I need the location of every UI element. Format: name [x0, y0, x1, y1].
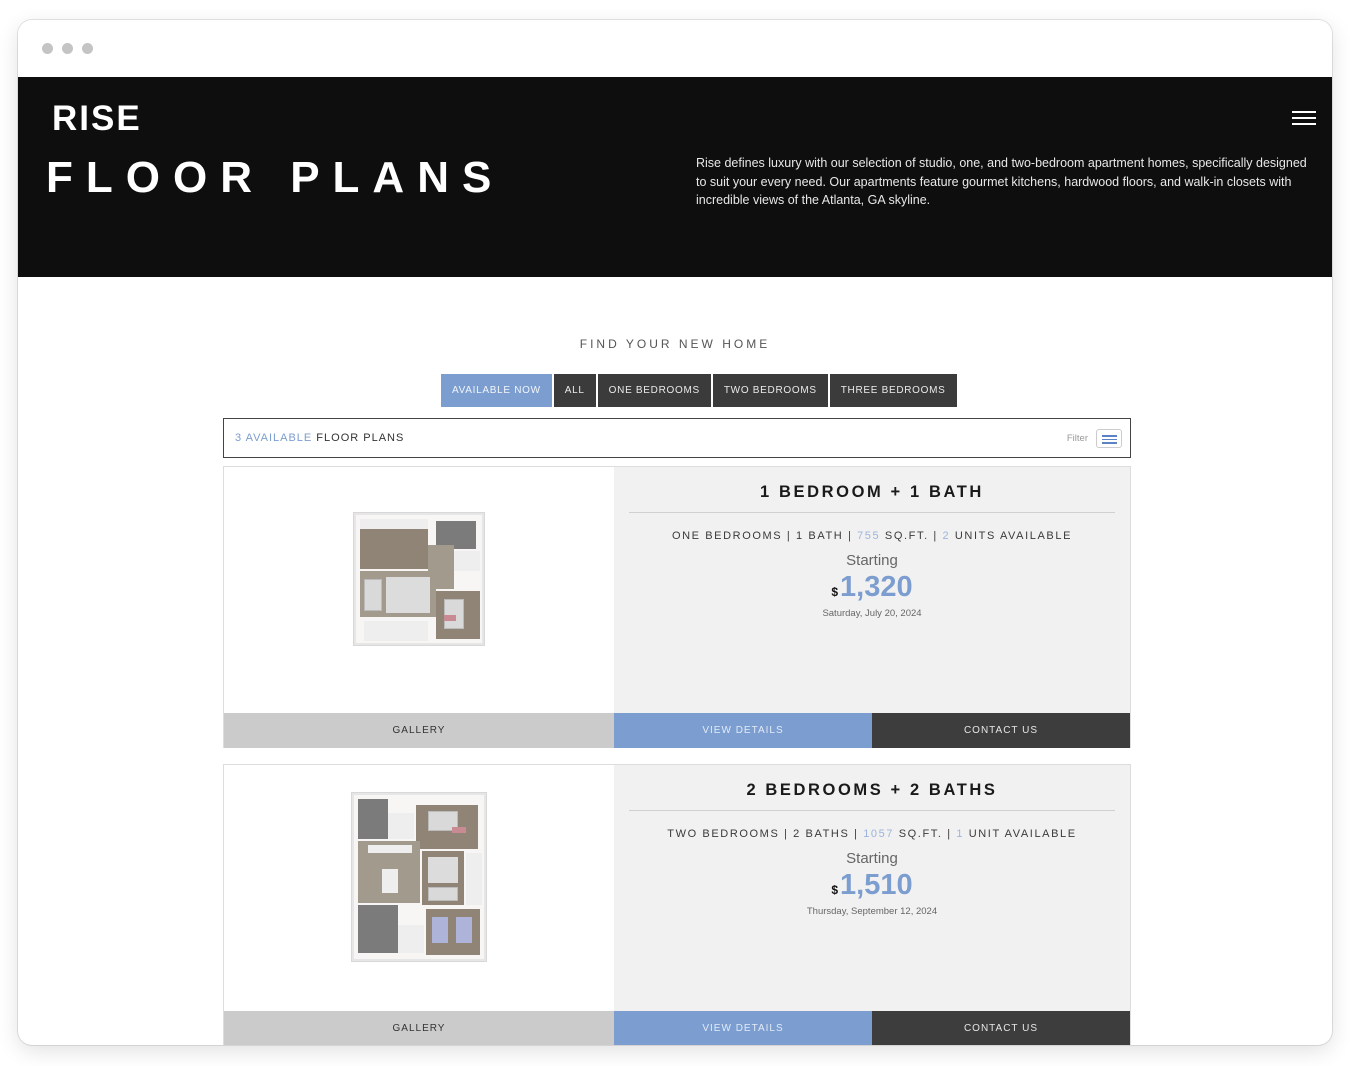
gallery-button[interactable]: GALLERY [224, 713, 614, 748]
filter-button[interactable] [1096, 429, 1122, 448]
bedroom-type: TWO BEDROOMS [667, 828, 780, 840]
starting-label: Starting [846, 552, 898, 569]
tab-one-bedrooms[interactable]: ONE BEDROOMS [597, 374, 711, 407]
twin-bed [432, 917, 448, 943]
closet [454, 551, 480, 571]
kitchen-counter [368, 845, 412, 853]
bedroom-type: ONE BEDROOMS [671, 530, 783, 542]
list-icon [1102, 442, 1117, 444]
gallery-button[interactable]: GALLERY [224, 1011, 614, 1045]
contact-us-button[interactable]: CONTACT US [872, 1011, 1130, 1045]
bath-count: 2 BATHS [793, 828, 850, 840]
window-close-icon[interactable] [42, 43, 53, 54]
square-feet: 1057 [863, 828, 895, 840]
floorplan-image[interactable] [224, 765, 614, 1011]
card-actions: GALLERY VIEW DETAILS CONTACT US [224, 1011, 1130, 1045]
sofa [428, 887, 458, 901]
bed [444, 599, 464, 629]
results-count-suffix: FLOOR PLANS [312, 432, 405, 444]
view-details-button[interactable]: VIEW DETAILS [614, 1011, 872, 1045]
price: $1,510 [831, 869, 912, 902]
closet [388, 813, 414, 839]
closet-2 [398, 925, 424, 953]
hamburger-icon [1292, 117, 1316, 119]
section-heading: FIND YOUR NEW HOME [579, 337, 771, 351]
tab-two-bedrooms[interactable]: TWO BEDROOMS [712, 374, 828, 407]
square-feet: 755 [857, 530, 881, 542]
window-maximize-icon[interactable] [82, 43, 93, 54]
divider [629, 512, 1115, 513]
list-icon [1102, 438, 1117, 440]
hamburger-menu-button[interactable] [1292, 109, 1316, 127]
balcony [364, 621, 428, 641]
tab-all[interactable]: ALL [553, 374, 596, 407]
window-titlebar [18, 20, 1332, 77]
results-bar: 3 AVAILABLE FLOOR PLANS Filter [223, 418, 1131, 458]
availability-date: Thursday, September 12, 2024 [806, 906, 938, 917]
dining-table [382, 869, 398, 893]
availability-date: Saturday, July 20, 2024 [822, 608, 922, 619]
kitchen-counter [360, 519, 428, 529]
floorplan-image[interactable] [224, 467, 614, 713]
filter-tabs: AVAILABLE NOW ALL ONE BEDROOMS TWO BEDRO… [441, 374, 957, 407]
filter-label: Filter [1066, 433, 1088, 444]
floorplan-specs: TWO BEDROOMS | 2 BATHS | 1057 SQ.FT. | 1… [667, 828, 1077, 840]
twin-bed [456, 917, 472, 943]
units-count: 1 [956, 828, 965, 840]
units-label: UNIT AVAILABLE [968, 828, 1077, 840]
brand-logo[interactable]: RISE [52, 99, 142, 139]
card-actions: GALLERY VIEW DETAILS CONTACT US [224, 713, 1130, 748]
window-minimize-icon[interactable] [62, 43, 73, 54]
view-details-button[interactable]: VIEW DETAILS [614, 713, 872, 748]
tab-available-now[interactable]: AVAILABLE NOW [441, 374, 552, 407]
list-icon [1102, 435, 1117, 437]
hamburger-icon [1292, 111, 1316, 113]
floorplan-info: 2 BEDROOMS + 2 BATHS TWO BEDROOMS | 2 BA… [614, 765, 1130, 1011]
divider [629, 810, 1115, 811]
floorplan-title: 2 BEDROOMS + 2 BATHS [746, 781, 998, 799]
floorplan-card: 1 BEDROOM + 1 BATH ONE BEDROOMS | 1 BATH… [223, 466, 1131, 748]
sofa [364, 579, 382, 611]
starting-label: Starting [846, 850, 898, 867]
currency-symbol: $ [831, 883, 839, 897]
living-rug [428, 857, 458, 883]
bed-throw [452, 827, 466, 833]
floorplan-drawing [354, 513, 484, 645]
tab-three-bedrooms[interactable]: THREE BEDROOMS [829, 374, 957, 407]
floorplan-title: 1 BEDROOM + 1 BATH [760, 483, 984, 501]
sqft-unit: SQ.FT. [884, 530, 929, 542]
page-title: FLOOR PLANS [46, 153, 505, 202]
sqft-unit: SQ.FT. [898, 828, 943, 840]
hero-banner: RISE FLOOR PLANS Rise defines luxury wit… [18, 77, 1332, 277]
results-count: 3 AVAILABLE FLOOR PLANS [235, 432, 404, 444]
price-amount: 1,510 [840, 869, 913, 901]
living-rug [386, 577, 430, 613]
currency-symbol: $ [831, 585, 839, 599]
hamburger-icon [1292, 123, 1316, 125]
price: $1,320 [831, 571, 912, 604]
price-amount: 1,320 [840, 571, 913, 603]
bath-count: 1 BATH [796, 530, 844, 542]
bed-throw [444, 615, 456, 621]
contact-us-button[interactable]: CONTACT US [872, 713, 1130, 748]
hero-description: Rise defines luxury with our selection o… [696, 156, 1307, 207]
floorplan-info: 1 BEDROOM + 1 BATH ONE BEDROOMS | 1 BATH… [614, 467, 1130, 713]
floorplan-specs: ONE BEDROOMS | 1 BATH | 755 SQ.FT. | 2 U… [671, 530, 1073, 542]
available-count: 3 AVAILABLE [235, 432, 313, 444]
bathroom-2 [358, 905, 398, 953]
browser-window: RISE FLOOR PLANS Rise defines luxury wit… [18, 20, 1332, 1045]
floorplan-drawing [352, 793, 486, 961]
bathroom-area [358, 799, 388, 839]
balcony [466, 853, 482, 905]
units-label: UNITS AVAILABLE [954, 530, 1073, 542]
floorplan-card: 2 BEDROOMS + 2 BATHS TWO BEDROOMS | 2 BA… [223, 764, 1131, 1045]
units-count: 2 [942, 530, 951, 542]
